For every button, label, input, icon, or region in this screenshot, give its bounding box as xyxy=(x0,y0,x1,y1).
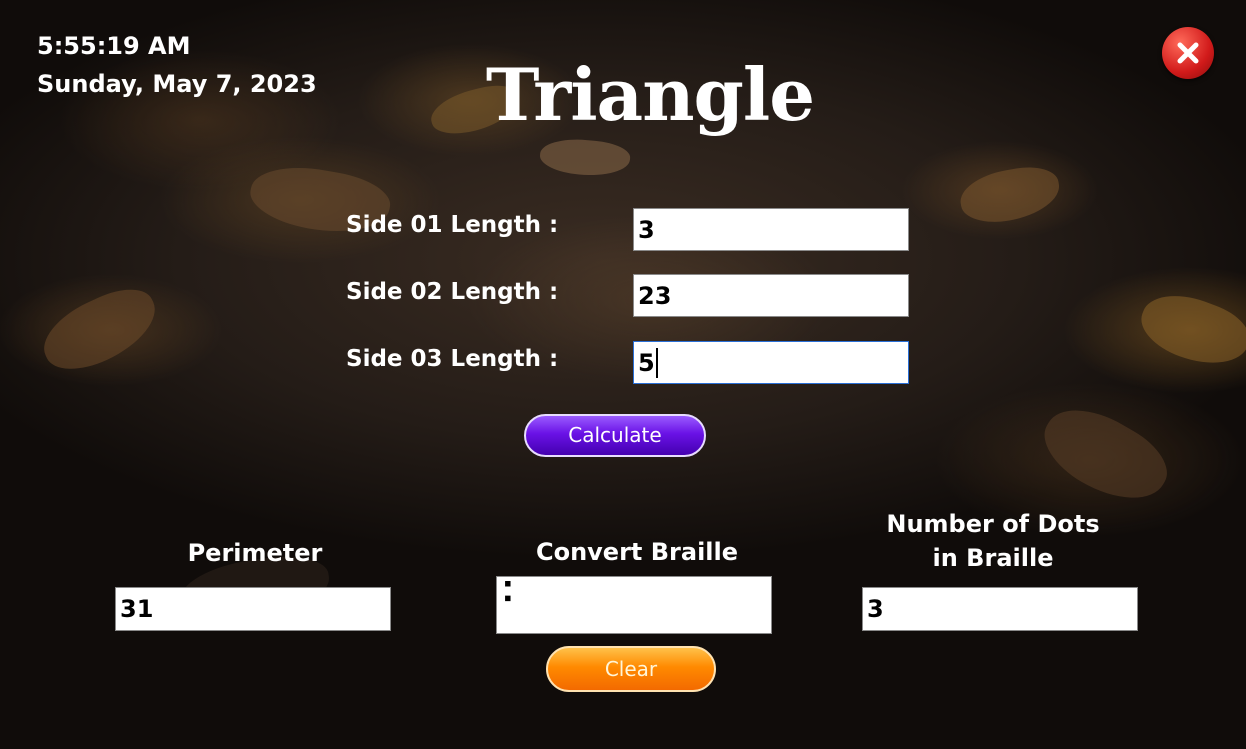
text-caret xyxy=(655,347,658,378)
clock-date: Sunday, May 7, 2023 xyxy=(37,70,317,98)
dots-value: 3 xyxy=(867,595,884,623)
background-leaf xyxy=(538,136,632,179)
side2-label: Side 02 Length : xyxy=(346,279,559,305)
braille-output[interactable]: ⠅ xyxy=(496,576,772,634)
braille-value: ⠅ xyxy=(501,577,523,610)
perimeter-output[interactable]: 31 xyxy=(115,587,391,631)
clear-button[interactable]: Clear xyxy=(546,646,716,692)
background-leaf xyxy=(1031,392,1179,518)
calculate-button[interactable]: Calculate xyxy=(524,414,706,457)
dots-label-line1: Number of Dots xyxy=(886,510,1100,538)
background-leaf xyxy=(32,277,168,383)
side1-value: 3 xyxy=(638,215,655,244)
background-leaf xyxy=(1133,282,1246,378)
background-leaf xyxy=(956,161,1064,229)
side2-value: 23 xyxy=(638,281,672,310)
braille-label: Convert Braille xyxy=(535,538,739,566)
side1-input[interactable]: 3 xyxy=(633,208,909,251)
side3-label: Side 03 Length : xyxy=(346,346,559,372)
dots-output[interactable]: 3 xyxy=(862,587,1138,631)
close-button[interactable] xyxy=(1162,27,1214,79)
page-title: Triangle xyxy=(485,52,815,137)
side1-label: Side 01 Length : xyxy=(346,212,559,238)
dots-label-line2: in Braille xyxy=(932,544,1054,572)
dots-label: Number of Dots in Braille xyxy=(848,507,1138,575)
side2-input[interactable]: 23 xyxy=(633,274,909,317)
side3-value: 5 xyxy=(638,348,655,377)
close-icon xyxy=(1177,42,1199,64)
clock-time: 5:55:19 AM xyxy=(37,32,191,60)
perimeter-label: Perimeter xyxy=(187,539,323,567)
perimeter-value: 31 xyxy=(120,595,154,623)
side3-input[interactable]: 5 xyxy=(633,341,909,384)
